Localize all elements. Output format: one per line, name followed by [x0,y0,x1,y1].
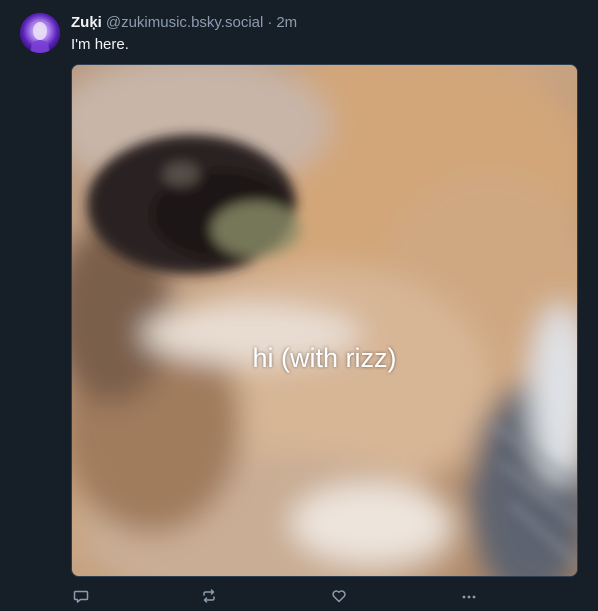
post-image[interactable]: hi (with rizz) [71,64,578,577]
post-header: Zuķi @zukimusic.bsky.social · 2m [71,13,297,33]
post-actions [71,586,578,606]
more-options-button[interactable] [459,586,479,606]
like-icon [332,590,346,603]
image-caption-overlay: hi (with rizz) [252,343,397,373]
like-button[interactable] [329,586,349,606]
reply-button[interactable] [71,586,91,606]
more-icon [462,595,476,599]
post-timestamp[interactable]: 2m [276,13,297,33]
avatar[interactable] [20,13,60,53]
cat-photo [72,65,577,576]
reply-icon [73,590,89,603]
author-display-name[interactable]: Zuķi [71,13,102,33]
author-handle[interactable]: @zukimusic.bsky.social [106,13,264,33]
post-text: I'm here. [71,36,129,53]
post: Zuķi @zukimusic.bsky.social · 2m I'm her… [0,0,598,611]
repost-icon [203,589,215,603]
repost-button[interactable] [199,586,219,606]
separator-dot: · [267,14,273,31]
